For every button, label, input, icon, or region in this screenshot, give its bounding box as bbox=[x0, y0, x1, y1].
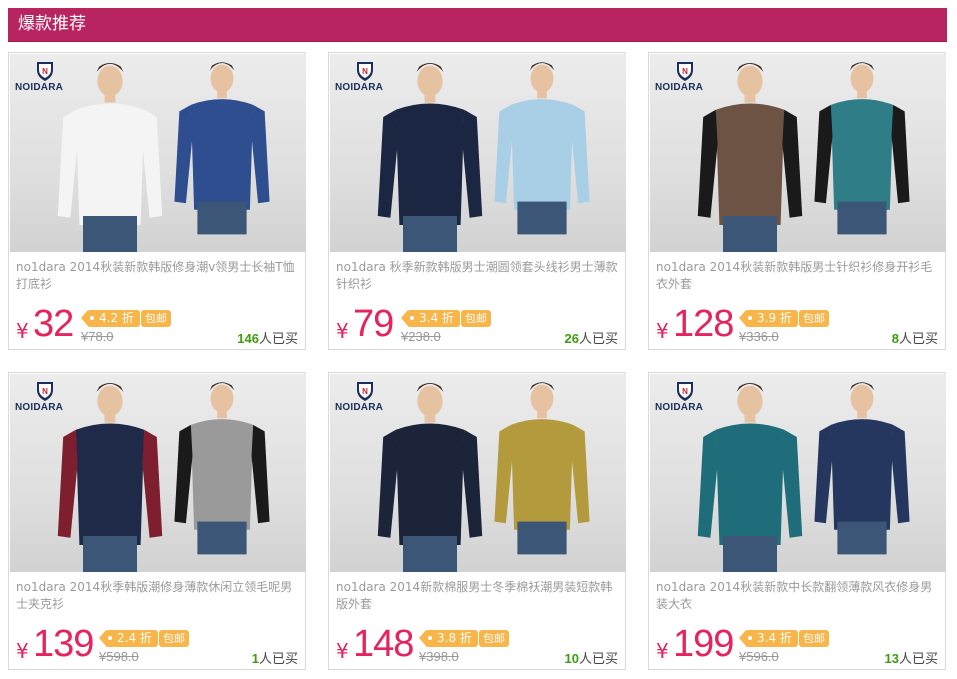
product-title[interactable]: no1dara 2014秋装新款韩版男士针织衫修身开衫毛衣外套 bbox=[656, 259, 941, 293]
svg-text:N: N bbox=[42, 387, 48, 396]
free-shipping-badge: 包邮 bbox=[159, 630, 189, 647]
original-price: ¥238.0 bbox=[401, 329, 441, 344]
sold-count-number: 13 bbox=[884, 651, 899, 666]
price-currency: ¥ bbox=[336, 639, 349, 663]
price-currency: ¥ bbox=[656, 639, 669, 663]
product-title[interactable]: no1dara 2014秋装新款韩版修身潮v领男士长袖T恤打底衫 bbox=[16, 259, 301, 293]
product-price: 199 bbox=[673, 623, 734, 665]
sold-count-label: 人已买 bbox=[898, 652, 938, 667]
sold-count-number: 10 bbox=[564, 651, 579, 666]
original-price: ¥336.0 bbox=[739, 329, 779, 344]
sold-count: 10人已买 bbox=[565, 648, 618, 667]
sold-count-number: 8 bbox=[891, 331, 899, 346]
product-price: 32 bbox=[33, 303, 74, 345]
brand-logo: N NOIDARA bbox=[655, 380, 715, 414]
svg-text:N: N bbox=[362, 67, 368, 76]
sold-count: 13人已买 bbox=[885, 648, 938, 667]
sold-count-number: 1 bbox=[251, 651, 259, 666]
sold-count: 26人已买 bbox=[565, 328, 618, 347]
product-image[interactable]: N NOIDARA bbox=[10, 374, 306, 572]
svg-text:N: N bbox=[362, 387, 368, 396]
product-card[interactable]: N NOIDARA no1dara 秋季新款韩版男士潮圆领套头线衫男士薄款针织衫… bbox=[328, 52, 626, 350]
free-shipping-badge: 包邮 bbox=[479, 630, 509, 647]
price-currency: ¥ bbox=[656, 319, 669, 343]
brand-logo: N NOIDARA bbox=[335, 380, 395, 414]
product-card[interactable]: N NOIDARA no1dara 2014新款棉服男士冬季棉袄潮男装短款韩版外… bbox=[328, 372, 626, 670]
product-image[interactable]: N NOIDARA bbox=[650, 374, 946, 572]
original-price: ¥398.0 bbox=[419, 649, 459, 664]
product-title[interactable]: no1dara 2014秋装新款中长款翻领薄款风衣修身男装大衣 bbox=[656, 579, 941, 613]
product-title[interactable]: no1dara 秋季新款韩版男士潮圆领套头线衫男士薄款针织衫 bbox=[336, 259, 621, 293]
discount-badge: 4.2 折 bbox=[81, 310, 140, 327]
brand-logo: N NOIDARA bbox=[655, 60, 715, 94]
brand-logo-text: NOIDARA bbox=[655, 82, 704, 93]
brand-logo-text: NOIDARA bbox=[655, 402, 704, 413]
product-card[interactable]: N NOIDARA no1dara 2014秋季韩版潮修身薄款休闲立领毛呢男士夹… bbox=[8, 372, 306, 670]
brand-logo-text: NOIDARA bbox=[335, 402, 384, 413]
discount-badge: 2.4 折 bbox=[99, 630, 158, 647]
free-shipping-badge: 包邮 bbox=[799, 630, 829, 647]
price-currency: ¥ bbox=[336, 319, 349, 343]
brand-logo: N NOIDARA bbox=[15, 380, 75, 414]
product-card[interactable]: N NOIDARA no1dara 2014秋装新款中长款翻领薄款风衣修身男装大… bbox=[648, 372, 946, 670]
sold-count: 146人已买 bbox=[237, 328, 298, 347]
sold-count-label: 人已买 bbox=[578, 652, 618, 667]
product-price: 148 bbox=[353, 623, 414, 665]
product-card[interactable]: N NOIDARA no1dara 2014秋装新款韩版修身潮v领男士长袖T恤打… bbox=[8, 52, 306, 350]
svg-text:N: N bbox=[42, 67, 48, 76]
sold-count-number: 146 bbox=[237, 331, 259, 346]
sold-count-number: 26 bbox=[564, 331, 579, 346]
product-title[interactable]: no1dara 2014新款棉服男士冬季棉袄潮男装短款韩版外套 bbox=[336, 579, 621, 613]
sold-count-label: 人已买 bbox=[258, 652, 298, 667]
brand-logo: N NOIDARA bbox=[15, 60, 75, 94]
sold-count: 8人已买 bbox=[892, 328, 938, 347]
sold-count: 1人已买 bbox=[252, 648, 298, 667]
svg-text:N: N bbox=[682, 387, 688, 396]
discount-badge: 3.4 折 bbox=[401, 310, 460, 327]
price-currency: ¥ bbox=[16, 639, 29, 663]
discount-badge: 3.4 折 bbox=[739, 630, 798, 647]
brand-logo-text: NOIDARA bbox=[15, 402, 64, 413]
sold-count-label: 人已买 bbox=[898, 332, 938, 347]
sold-count-label: 人已买 bbox=[258, 332, 298, 347]
original-price: ¥78.0 bbox=[81, 329, 114, 344]
product-image[interactable]: N NOIDARA bbox=[650, 54, 946, 252]
product-image[interactable]: N NOIDARA bbox=[10, 54, 306, 252]
product-price: 79 bbox=[353, 303, 394, 345]
free-shipping-badge: 包邮 bbox=[141, 310, 171, 327]
product-image[interactable]: N NOIDARA bbox=[330, 54, 626, 252]
product-card[interactable]: N NOIDARA no1dara 2014秋装新款韩版男士针织衫修身开衫毛衣外… bbox=[648, 52, 946, 350]
original-price: ¥598.0 bbox=[99, 649, 139, 664]
sold-count-label: 人已买 bbox=[578, 332, 618, 347]
svg-text:N: N bbox=[682, 67, 688, 76]
price-currency: ¥ bbox=[16, 319, 29, 343]
brand-logo: N NOIDARA bbox=[335, 60, 395, 94]
brand-logo-text: NOIDARA bbox=[15, 82, 64, 93]
product-price: 139 bbox=[33, 623, 94, 665]
brand-logo-text: NOIDARA bbox=[335, 82, 384, 93]
product-title[interactable]: no1dara 2014秋季韩版潮修身薄款休闲立领毛呢男士夹克衫 bbox=[16, 579, 301, 613]
discount-badge: 3.9 折 bbox=[739, 310, 798, 327]
section-title: 爆款推荐 bbox=[18, 14, 86, 34]
discount-badge: 3.8 折 bbox=[419, 630, 478, 647]
original-price: ¥596.0 bbox=[739, 649, 779, 664]
section-header: 爆款推荐 bbox=[8, 8, 947, 42]
product-image[interactable]: N NOIDARA bbox=[330, 374, 626, 572]
free-shipping-badge: 包邮 bbox=[799, 310, 829, 327]
free-shipping-badge: 包邮 bbox=[461, 310, 491, 327]
product-price: 128 bbox=[673, 303, 734, 345]
